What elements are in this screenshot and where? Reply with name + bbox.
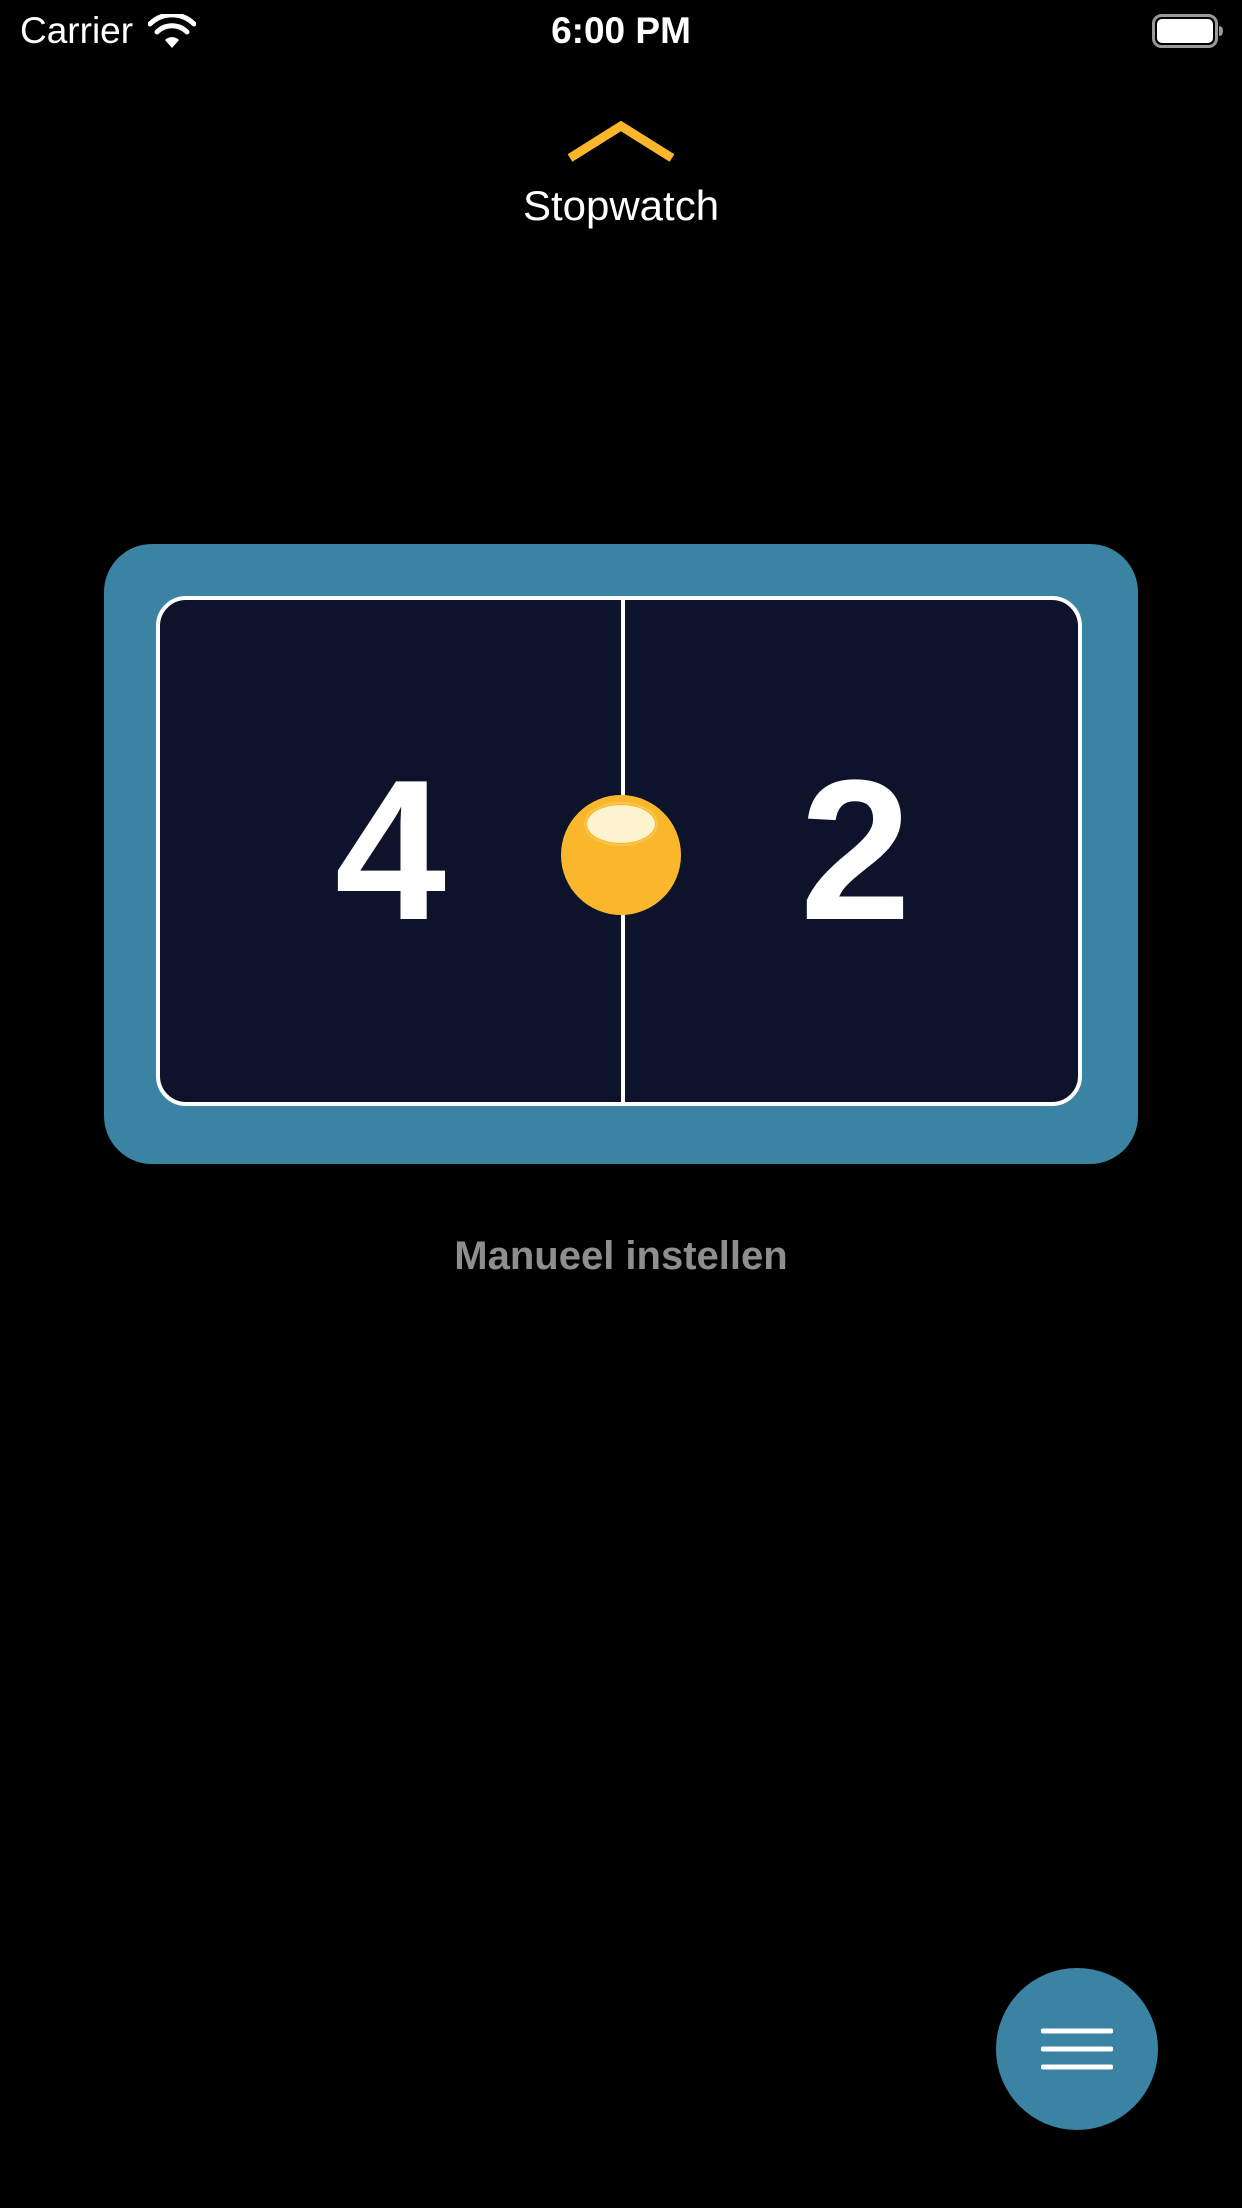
chevron-up-icon[interactable] [566,118,676,164]
stopwatch-label[interactable]: Stopwatch [0,178,1242,234]
home-score[interactable]: 4 [160,600,621,1102]
status-time: 6:00 PM [551,10,691,51]
away-score[interactable]: 2 [625,600,1078,1102]
ball-icon [561,795,681,915]
menu-icon [1041,2028,1113,2070]
manual-set-link[interactable]: Manueel instellen [0,1230,1242,1282]
battery-icon [1152,14,1223,48]
status-bar: Carrier 6:00 PM [0,0,1242,60]
menu-button[interactable] [996,1968,1158,2130]
